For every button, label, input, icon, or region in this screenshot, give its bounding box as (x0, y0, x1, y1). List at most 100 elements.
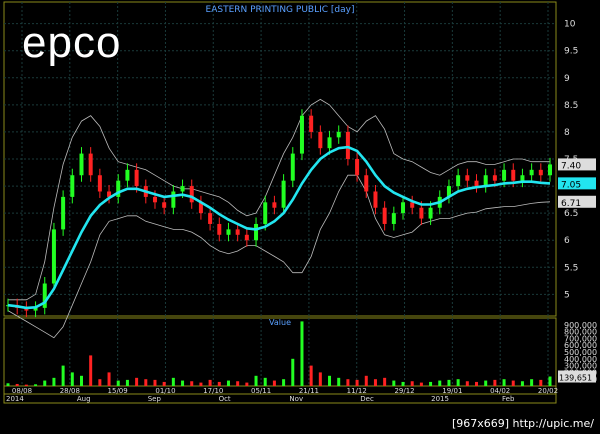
volume-bar (171, 377, 175, 386)
price-badge-label: 7.40 (561, 161, 581, 171)
price-badge-label: 6.71 (561, 199, 581, 209)
volume-bar (419, 382, 423, 386)
candle-body (263, 202, 268, 224)
price-tick-label: 5 (564, 290, 570, 300)
period-label: Feb (502, 395, 515, 403)
volume-bar (181, 380, 185, 386)
chart-title: EASTERN PRINTING PUBLIC [day] (206, 5, 355, 15)
upper-band-line (8, 98, 550, 301)
candle-body (318, 131, 323, 149)
volume-bar (263, 377, 267, 386)
volume-bar (116, 380, 120, 386)
candle-body (474, 180, 479, 187)
candle-body (180, 186, 185, 192)
candle-body (244, 234, 249, 241)
candle-body (520, 175, 525, 181)
candle-body (401, 202, 406, 214)
volume-bar (438, 380, 442, 386)
volume-bar (300, 321, 304, 386)
candle-body (281, 180, 286, 208)
period-label: Nov (289, 395, 303, 403)
volume-bar (530, 379, 534, 386)
candle-body (419, 207, 424, 219)
volume-bar (52, 377, 56, 386)
candle-body (382, 207, 387, 224)
date-tick-label: 29/12 (394, 387, 414, 395)
volume-bar (125, 379, 129, 386)
price-tick-label: 6.5 (564, 209, 578, 219)
date-tick-label: 17/10 (203, 387, 223, 395)
period-label: Oct (219, 395, 231, 403)
candle-body (511, 169, 516, 181)
candle-body (529, 169, 534, 176)
volume-bar (89, 355, 93, 386)
lower-band-line (7, 174, 551, 339)
candle-body (79, 153, 84, 176)
volume-bar (226, 380, 230, 386)
candle-body (391, 213, 396, 224)
date-strip-frame (3, 385, 557, 395)
candle-body (410, 202, 415, 208)
candle-body (336, 131, 341, 138)
volume-bar (346, 379, 350, 386)
candle-body (373, 191, 378, 208)
price-tick-label: 8 (564, 128, 570, 138)
period-label: Dec (360, 395, 374, 403)
volume-bar (199, 382, 203, 386)
candle-body (345, 131, 350, 159)
date-tick-label: 20/02 (538, 387, 558, 395)
volume-bar (502, 379, 506, 386)
date-tick-label: 11/12 (347, 387, 367, 395)
candle-body (254, 223, 259, 241)
candle-body (88, 153, 93, 176)
period-label: 2014 (6, 395, 24, 403)
candle-body (483, 175, 488, 187)
volume-bar (493, 379, 497, 386)
candle-body (171, 191, 176, 208)
volume-bar (511, 380, 515, 386)
volume-bar (272, 380, 276, 386)
volume-bar (520, 381, 524, 386)
candle-body (456, 175, 461, 187)
candle-body (364, 175, 369, 192)
candle-body (70, 175, 75, 197)
date-tick-label: 08/08 (12, 387, 32, 395)
date-tick-label: 05/11 (251, 387, 271, 395)
date-tick-label: 19/01 (442, 387, 462, 395)
footer-label: [967x669] http://upic.me/ (451, 417, 594, 430)
candle-body (309, 115, 314, 132)
candle-body (538, 169, 543, 176)
volume-bar (484, 380, 488, 386)
candle-body (290, 153, 295, 181)
volume-bar (245, 382, 249, 386)
volume-bar (456, 379, 460, 386)
volume-bar (447, 379, 451, 386)
candle-body (134, 169, 139, 187)
candle-body (327, 137, 332, 149)
candle-body (61, 196, 66, 230)
candle-body (492, 175, 497, 181)
candle-body (272, 202, 277, 208)
volume-bar (328, 375, 332, 386)
candle-body (502, 169, 507, 181)
symbol-watermark: epco (22, 18, 122, 67)
candle-body (208, 213, 213, 224)
volume-bar (98, 379, 102, 386)
volume-bar (135, 377, 139, 386)
price-tick-label: 9 (564, 74, 570, 84)
period-label: Sep (148, 395, 162, 403)
candle-body (428, 207, 433, 219)
volume-badge-label: 139,651 (559, 374, 592, 383)
volume-bar (355, 379, 359, 386)
candle-body (299, 115, 304, 154)
candle-body (189, 186, 194, 203)
volume-bar (43, 380, 47, 386)
candle-body (162, 202, 167, 208)
candle-body (548, 164, 552, 176)
volume-bar (107, 372, 111, 386)
volume-bar (318, 372, 322, 386)
candle-body (152, 196, 157, 203)
candle-body (465, 175, 470, 181)
volume-bar (254, 375, 258, 386)
volume-bar (401, 381, 405, 386)
